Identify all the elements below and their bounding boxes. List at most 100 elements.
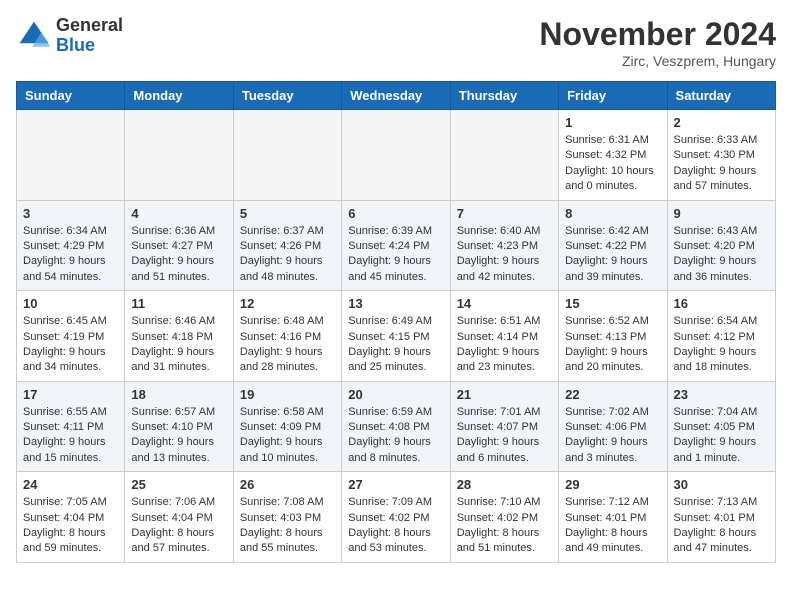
day-info: Sunrise: 6:49 AM Sunset: 4:15 PM Dayligh… bbox=[348, 314, 443, 376]
calendar-cell: 11 Sunrise: 6:46 AM Sunset: 4:18 PM Dayli… bbox=[125, 291, 233, 382]
day-number: 29 bbox=[565, 477, 660, 492]
weekday-header-monday: Monday bbox=[125, 82, 233, 110]
day-info: Sunrise: 7:05 AM Sunset: 4:04 PM Dayligh… bbox=[23, 495, 118, 557]
weekday-header-tuesday: Tuesday bbox=[233, 82, 341, 110]
day-info: Sunrise: 6:52 AM Sunset: 4:13 PM Dayligh… bbox=[565, 314, 660, 376]
day-info: Sunrise: 6:39 AM Sunset: 4:24 PM Dayligh… bbox=[348, 224, 443, 286]
weekday-header-row: SundayMondayTuesdayWednesdayThursdayFrid… bbox=[17, 82, 776, 110]
weekday-header-friday: Friday bbox=[559, 82, 667, 110]
calendar-cell: 9Sunrise: 6:43 AM Sunset: 4:20 PM Daylig… bbox=[667, 200, 775, 291]
week-row-3: 10 Sunrise: 6:45 AM Sunset: 4:19 PM Dayli… bbox=[17, 291, 776, 382]
calendar-cell: 4 Sunrise: 6:36 AM Sunset: 4:27 PM Daylig… bbox=[125, 200, 233, 291]
calendar-cell bbox=[17, 110, 125, 201]
weekday-header-sunday: Sunday bbox=[17, 82, 125, 110]
day-info: Sunrise: 6:46 AM Sunset: 4:18 PM Dayligh… bbox=[131, 314, 226, 376]
day-number: 3 bbox=[23, 206, 118, 221]
day-number: 10 bbox=[23, 296, 118, 311]
calendar-cell: 27 Sunrise: 7:09 AM Sunset: 4:02 PM Dayli… bbox=[342, 472, 450, 563]
calendar-cell: 28 Sunrise: 7:10 AM Sunset: 4:02 PM Dayli… bbox=[450, 472, 558, 563]
day-number: 23 bbox=[674, 387, 769, 402]
day-number: 22 bbox=[565, 387, 660, 402]
day-number: 17 bbox=[23, 387, 118, 402]
weekday-header-thursday: Thursday bbox=[450, 82, 558, 110]
day-info: Sunrise: 6:37 AM Sunset: 4:26 PM Dayligh… bbox=[240, 224, 335, 286]
day-info: Sunrise: 6:58 AM Sunset: 4:09 PM Dayligh… bbox=[240, 405, 335, 467]
day-number: 11 bbox=[131, 296, 226, 311]
day-number: 19 bbox=[240, 387, 335, 402]
day-info: Sunrise: 6:34 AM Sunset: 4:29 PM Dayligh… bbox=[23, 224, 118, 286]
day-info: Sunrise: 7:01 AM Sunset: 4:07 PM Dayligh… bbox=[457, 405, 552, 467]
day-info: Sunrise: 7:13 AM Sunset: 4:01 PM Dayligh… bbox=[674, 495, 769, 557]
calendar-table: SundayMondayTuesdayWednesdayThursdayFrid… bbox=[16, 81, 776, 563]
day-number: 1 bbox=[565, 115, 660, 130]
day-number: 27 bbox=[348, 477, 443, 492]
day-info: Sunrise: 7:08 AM Sunset: 4:03 PM Dayligh… bbox=[240, 495, 335, 557]
day-number: 28 bbox=[457, 477, 552, 492]
day-number: 2 bbox=[674, 115, 769, 130]
calendar-cell: 6Sunrise: 6:39 AM Sunset: 4:24 PM Daylig… bbox=[342, 200, 450, 291]
logo-blue-text: Blue bbox=[56, 35, 95, 55]
calendar-cell bbox=[450, 110, 558, 201]
day-number: 24 bbox=[23, 477, 118, 492]
calendar-cell: 1 Sunrise: 6:31 AM Sunset: 4:32 PM Daylig… bbox=[559, 110, 667, 201]
day-number: 13 bbox=[348, 296, 443, 311]
day-number: 7 bbox=[457, 206, 552, 221]
day-info: Sunrise: 7:09 AM Sunset: 4:02 PM Dayligh… bbox=[348, 495, 443, 557]
logo-general-text: General bbox=[56, 15, 123, 35]
page-header: General Blue November 2024 Zirc, Veszpre… bbox=[16, 16, 776, 69]
logo-icon bbox=[16, 18, 52, 54]
logo: General Blue bbox=[16, 16, 123, 56]
day-info: Sunrise: 7:06 AM Sunset: 4:04 PM Dayligh… bbox=[131, 495, 226, 557]
calendar-cell: 15 Sunrise: 6:52 AM Sunset: 4:13 PM Dayli… bbox=[559, 291, 667, 382]
day-number: 25 bbox=[131, 477, 226, 492]
day-info: Sunrise: 6:42 AM Sunset: 4:22 PM Dayligh… bbox=[565, 224, 660, 286]
day-number: 21 bbox=[457, 387, 552, 402]
calendar-cell: 29 Sunrise: 7:12 AM Sunset: 4:01 PM Dayli… bbox=[559, 472, 667, 563]
calendar-cell: 22Sunrise: 7:02 AM Sunset: 4:06 PM Dayli… bbox=[559, 381, 667, 472]
calendar-cell bbox=[125, 110, 233, 201]
week-row-2: 3 Sunrise: 6:34 AM Sunset: 4:29 PM Daylig… bbox=[17, 200, 776, 291]
day-info: Sunrise: 6:43 AM Sunset: 4:20 PM Dayligh… bbox=[674, 224, 769, 286]
day-info: Sunrise: 6:51 AM Sunset: 4:14 PM Dayligh… bbox=[457, 314, 552, 376]
day-info: Sunrise: 7:10 AM Sunset: 4:02 PM Dayligh… bbox=[457, 495, 552, 557]
calendar-cell: 12Sunrise: 6:48 AM Sunset: 4:16 PM Dayli… bbox=[233, 291, 341, 382]
day-info: Sunrise: 6:59 AM Sunset: 4:08 PM Dayligh… bbox=[348, 405, 443, 467]
calendar-cell: 21 Sunrise: 7:01 AM Sunset: 4:07 PM Dayli… bbox=[450, 381, 558, 472]
day-number: 8 bbox=[565, 206, 660, 221]
weekday-header-wednesday: Wednesday bbox=[342, 82, 450, 110]
day-number: 4 bbox=[131, 206, 226, 221]
calendar-cell: 25 Sunrise: 7:06 AM Sunset: 4:04 PM Dayli… bbox=[125, 472, 233, 563]
week-row-1: 1 Sunrise: 6:31 AM Sunset: 4:32 PM Daylig… bbox=[17, 110, 776, 201]
day-info: Sunrise: 6:54 AM Sunset: 4:12 PM Dayligh… bbox=[674, 314, 769, 376]
calendar-cell: 13 Sunrise: 6:49 AM Sunset: 4:15 PM Dayli… bbox=[342, 291, 450, 382]
day-number: 30 bbox=[674, 477, 769, 492]
day-number: 14 bbox=[457, 296, 552, 311]
day-number: 20 bbox=[348, 387, 443, 402]
day-number: 12 bbox=[240, 296, 335, 311]
calendar-cell: 30 Sunrise: 7:13 AM Sunset: 4:01 PM Dayli… bbox=[667, 472, 775, 563]
day-number: 18 bbox=[131, 387, 226, 402]
location-text: Zirc, Veszprem, Hungary bbox=[539, 53, 776, 69]
day-info: Sunrise: 6:45 AM Sunset: 4:19 PM Dayligh… bbox=[23, 314, 118, 376]
day-info: Sunrise: 7:12 AM Sunset: 4:01 PM Dayligh… bbox=[565, 495, 660, 557]
day-info: Sunrise: 7:04 AM Sunset: 4:05 PM Dayligh… bbox=[674, 405, 769, 467]
calendar-cell: 26 Sunrise: 7:08 AM Sunset: 4:03 PM Dayli… bbox=[233, 472, 341, 563]
day-number: 5 bbox=[240, 206, 335, 221]
day-number: 26 bbox=[240, 477, 335, 492]
day-info: Sunrise: 6:31 AM Sunset: 4:32 PM Dayligh… bbox=[565, 133, 660, 195]
calendar-cell bbox=[342, 110, 450, 201]
title-block: November 2024 Zirc, Veszprem, Hungary bbox=[539, 16, 776, 69]
calendar-cell: 14 Sunrise: 6:51 AM Sunset: 4:14 PM Dayli… bbox=[450, 291, 558, 382]
day-number: 16 bbox=[674, 296, 769, 311]
day-info: Sunrise: 6:40 AM Sunset: 4:23 PM Dayligh… bbox=[457, 224, 552, 286]
calendar-cell: 24 Sunrise: 7:05 AM Sunset: 4:04 PM Dayli… bbox=[17, 472, 125, 563]
calendar-cell: 8 Sunrise: 6:42 AM Sunset: 4:22 PM Daylig… bbox=[559, 200, 667, 291]
day-number: 15 bbox=[565, 296, 660, 311]
day-info: Sunrise: 6:57 AM Sunset: 4:10 PM Dayligh… bbox=[131, 405, 226, 467]
calendar-cell: 17Sunrise: 6:55 AM Sunset: 4:11 PM Dayli… bbox=[17, 381, 125, 472]
weekday-header-saturday: Saturday bbox=[667, 82, 775, 110]
calendar-cell: 7 Sunrise: 6:40 AM Sunset: 4:23 PM Daylig… bbox=[450, 200, 558, 291]
day-info: Sunrise: 6:36 AM Sunset: 4:27 PM Dayligh… bbox=[131, 224, 226, 286]
calendar-cell: 2Sunrise: 6:33 AM Sunset: 4:30 PM Daylig… bbox=[667, 110, 775, 201]
month-title: November 2024 bbox=[539, 16, 776, 53]
